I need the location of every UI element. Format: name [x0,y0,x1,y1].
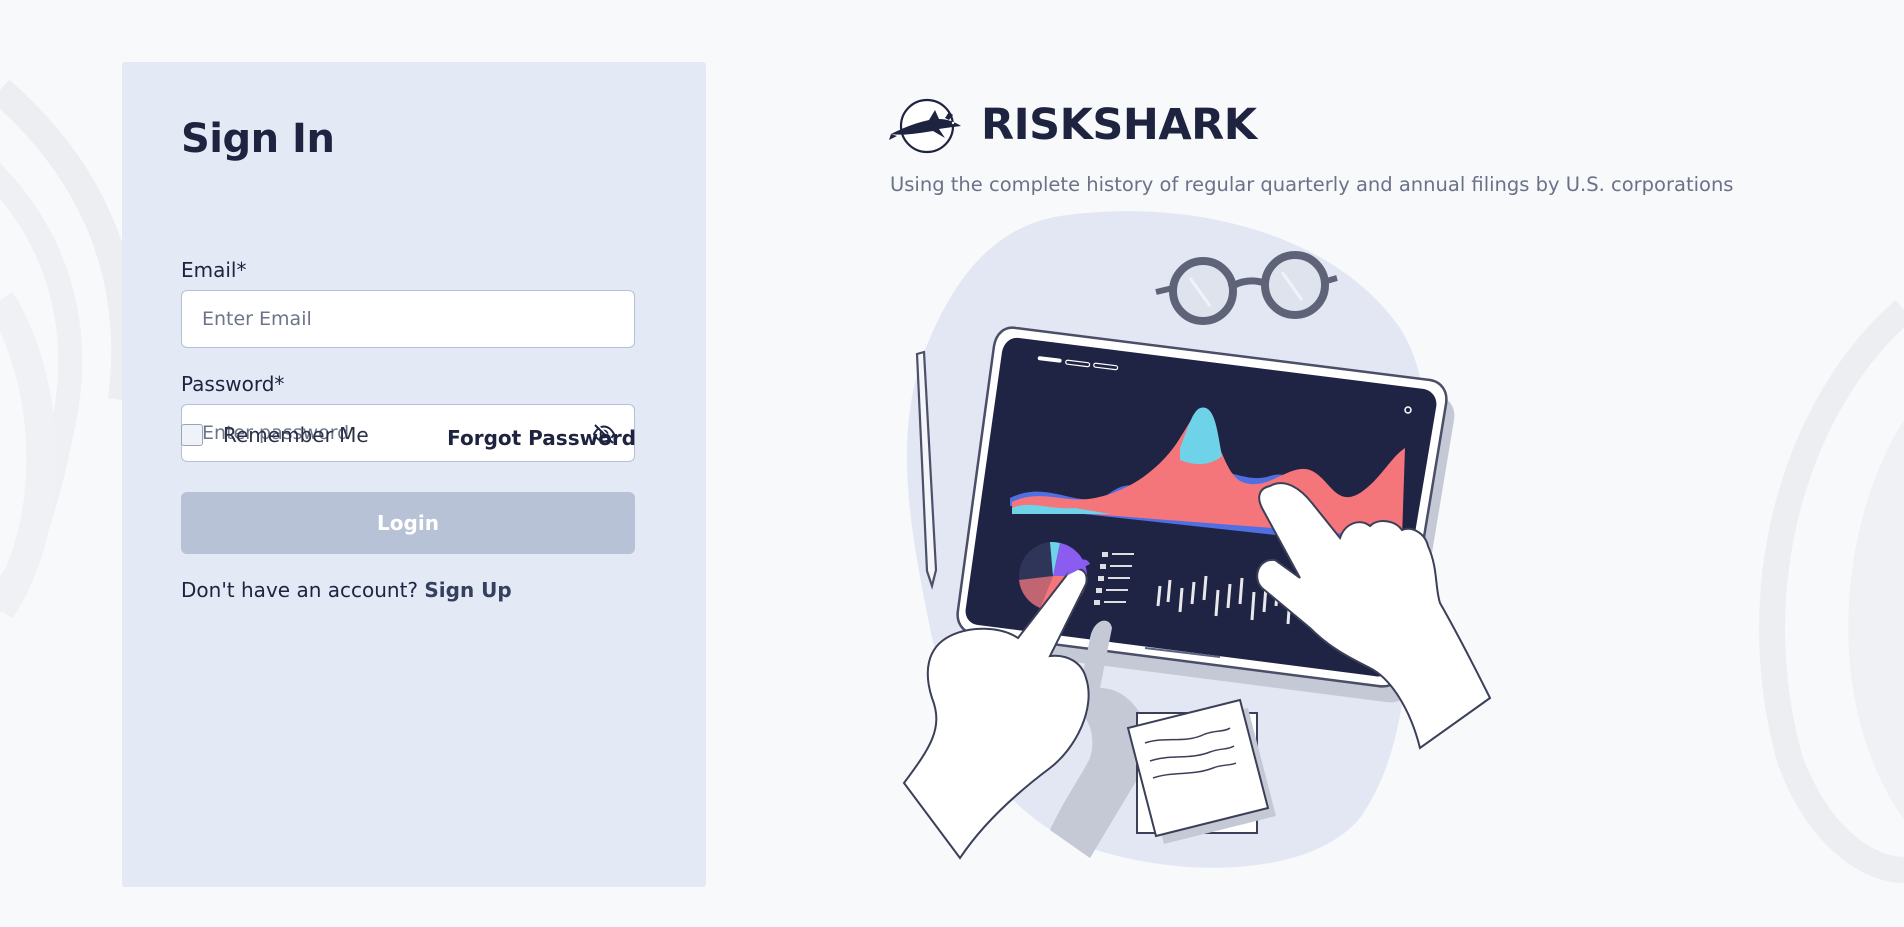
brand-name: RISKSHARK [981,100,1257,150]
sign-up-link[interactable]: Sign Up [424,578,511,602]
sign-in-title: Sign In [181,116,335,162]
brand-tagline: Using the complete history of regular qu… [890,173,1734,196]
login-button[interactable]: Login [181,492,635,554]
analytics-tablet-illustration [902,211,1492,868]
email-label: Email* [181,258,247,282]
signup-prompt-text: Don't have an account? [181,578,419,602]
hammerhead-shark-icon [889,98,961,154]
remember-me-toggle[interactable]: Remember Me [181,423,369,447]
remember-me-label: Remember Me [223,423,369,447]
brand-header: RISKSHARK [889,96,1257,154]
remember-me-checkbox[interactable] [181,424,203,446]
signup-prompt-row: Don't have an account? Sign Up [181,578,512,602]
sticky-note-illustration [1126,698,1276,844]
sign-in-card: Sign In Email* Password* Remember Me For… [122,62,706,887]
password-label: Password* [181,372,285,396]
email-input[interactable] [182,291,634,347]
email-field-wrapper [181,290,635,348]
forgot-password-link[interactable]: Forgot Password [447,426,636,450]
